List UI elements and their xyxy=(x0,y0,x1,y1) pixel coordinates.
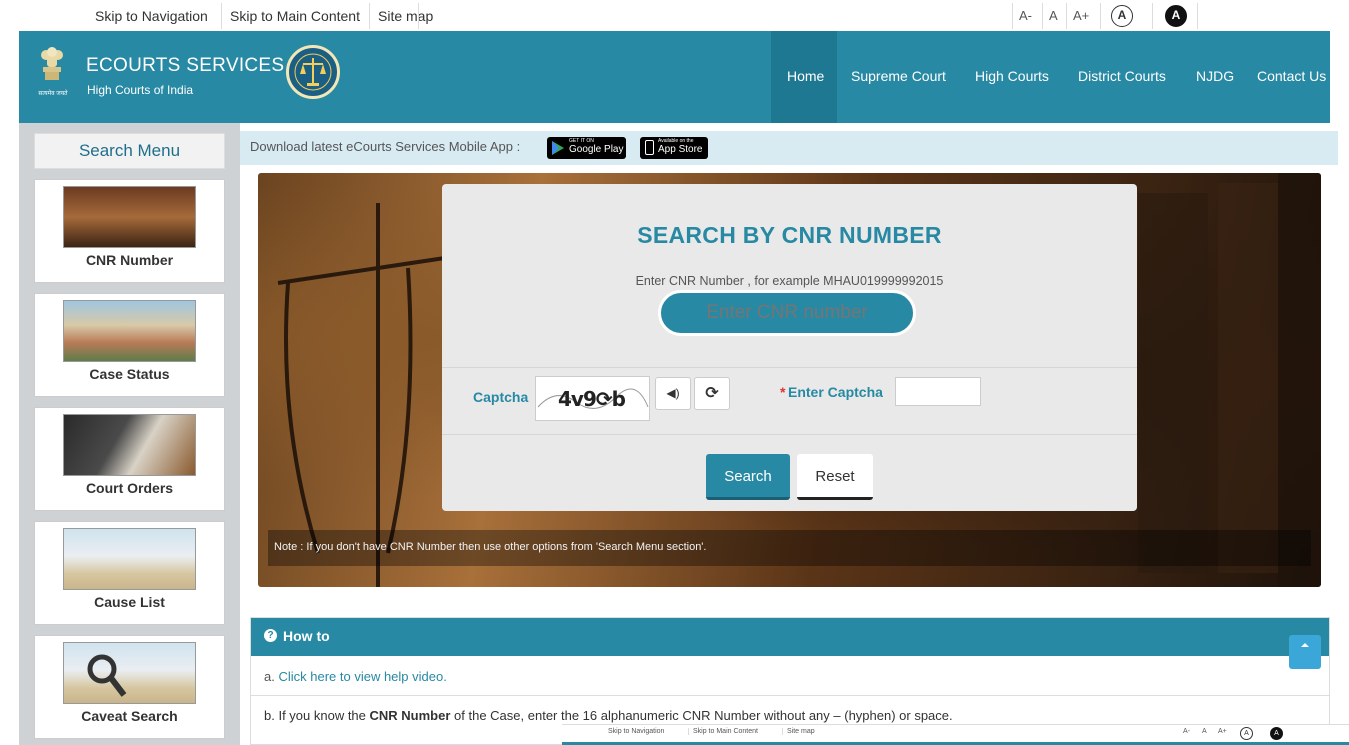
app-store-badge[interactable]: Available on the App Store xyxy=(640,137,708,159)
ecourts-seal-icon xyxy=(286,45,340,99)
preview-font-large[interactable]: A+ xyxy=(1218,728,1227,735)
speaker-icon: ◀) xyxy=(666,386,680,400)
cnr-number-input[interactable] xyxy=(658,290,916,336)
nav-district-courts[interactable]: District Courts xyxy=(1078,68,1166,84)
site-subtitle: High Courts of India xyxy=(87,83,194,97)
note-strip: Note : If you don't have CNR Number then… xyxy=(268,530,1311,566)
app-download-text: Download latest eCourts Services Mobile … xyxy=(250,139,521,154)
nav-high-courts[interactable]: High Courts xyxy=(975,68,1049,84)
reset-button[interactable]: Reset xyxy=(797,454,873,500)
menu-item-case-status[interactable]: Case Status xyxy=(34,293,225,397)
captcha-refresh-button[interactable]: ⟳ xyxy=(694,377,730,410)
topbar-divider xyxy=(418,3,419,29)
google-play-text: Google Play xyxy=(569,144,624,155)
menu-item-label: Case Status xyxy=(89,366,170,382)
preview-contrast-dark[interactable]: A xyxy=(1270,727,1283,740)
font-normal-button[interactable]: A xyxy=(1042,3,1064,29)
app-download-bar: Download latest eCourts Services Mobile … xyxy=(240,131,1338,165)
app-store-text: App Store xyxy=(658,144,703,155)
nav-njdg[interactable]: NJDG xyxy=(1196,68,1234,84)
nav-home[interactable]: Home xyxy=(787,68,824,84)
captcha-audio-button[interactable]: ◀) xyxy=(655,377,691,410)
how-to-line-a: a. Click here to view help video. xyxy=(264,669,447,684)
cnr-search-panel: SEARCH BY CNR NUMBER Enter CNR Number , … xyxy=(442,184,1137,511)
menu-item-label: Caveat Search xyxy=(81,708,178,724)
preview-font-small[interactable]: A- xyxy=(1183,728,1190,735)
captcha-input[interactable] xyxy=(895,377,981,406)
enter-captcha-label: Enter Captcha xyxy=(788,384,883,400)
court-orders-image xyxy=(63,414,196,476)
menu-item-cnr-number[interactable]: CNR Number xyxy=(34,179,225,283)
note-text: Note : If you don't have CNR Number then… xyxy=(274,541,707,553)
menu-item-label: Cause List xyxy=(94,594,165,610)
how-to-line-b: b. If you know the CNR Number of the Cas… xyxy=(264,708,953,723)
contrast-normal-button[interactable]: A xyxy=(1111,5,1133,27)
top-utility-bar: Skip to Navigation Skip to Main Content … xyxy=(0,0,1349,31)
contrast-dark-wrap: A xyxy=(1152,3,1198,29)
search-menu-title: Search Menu xyxy=(34,133,225,169)
search-button[interactable]: Search xyxy=(706,454,790,500)
cnr-number-image xyxy=(63,186,196,248)
site-title: ECOURTS SERVICES xyxy=(86,55,285,76)
google-play-icon xyxy=(552,141,564,155)
line-b-pre: b. If you know the xyxy=(264,708,370,723)
search-menu-sidebar: Search Menu CNR Number Case Status Court… xyxy=(19,123,240,745)
magnifier-icon xyxy=(87,654,127,697)
menu-item-cause-list[interactable]: Cause List xyxy=(34,521,225,625)
refresh-icon: ⟳ xyxy=(705,385,719,402)
national-emblem-icon xyxy=(37,45,67,93)
captcha-value: 4v9⟳b xyxy=(558,387,626,411)
search-hint: Enter CNR Number , for example MHAU01999… xyxy=(635,274,944,288)
embedded-page-preview: Skip to Navigation Skip to Main Content … xyxy=(562,724,1349,745)
captcha-image: 4v9⟳b xyxy=(535,376,650,421)
cause-list-image xyxy=(63,528,196,590)
font-decrease-button[interactable]: A- xyxy=(1012,3,1038,29)
search-heading: SEARCH BY CNR NUMBER xyxy=(637,222,942,248)
nav-contact-us[interactable]: Contact Us xyxy=(1257,68,1326,84)
skip-to-navigation-link[interactable]: Skip to Navigation xyxy=(87,3,216,29)
required-star: * xyxy=(780,384,786,400)
contrast-dark-button[interactable]: A xyxy=(1165,5,1187,27)
menu-item-caveat-search[interactable]: Caveat Search xyxy=(34,635,225,739)
menu-item-label: CNR Number xyxy=(85,252,174,268)
site-header: सत्यमेव जयते ECOURTS SERVICES High Court… xyxy=(19,31,1330,123)
how-to-header: ? How to xyxy=(251,618,1329,669)
captcha-label: Captcha xyxy=(473,389,529,405)
panel-divider xyxy=(442,367,1137,368)
how-to-title: How to xyxy=(283,628,330,644)
phone-icon xyxy=(645,140,654,155)
menu-item-court-orders[interactable]: Court Orders xyxy=(34,407,225,511)
emblem-caption: सत्यमेव जयते xyxy=(38,91,68,97)
how-to-divider xyxy=(251,695,1329,696)
line-b-post: of the Case, enter the 16 alphanumeric C… xyxy=(450,708,953,723)
question-icon: ? xyxy=(264,629,277,642)
case-status-image xyxy=(63,300,196,362)
panel-divider xyxy=(442,434,1137,435)
help-video-link[interactable]: Click here to view help video. xyxy=(278,669,446,684)
preview-skip-main[interactable]: Skip to Main Content xyxy=(688,728,758,735)
font-increase-button[interactable]: A+ xyxy=(1066,3,1095,29)
google-play-badge[interactable]: GET IT ON Google Play xyxy=(547,137,626,159)
nav-supreme-court[interactable]: Supreme Court xyxy=(851,68,946,84)
scroll-to-top-button[interactable] xyxy=(1289,635,1321,669)
skip-to-main-content-link[interactable]: Skip to Main Content xyxy=(221,3,368,29)
line-b-bold: CNR Number xyxy=(369,708,451,723)
line-a-prefix: a. xyxy=(264,669,279,684)
preview-skip-nav[interactable]: Skip to Navigation xyxy=(608,728,664,735)
preview-contrast-normal[interactable]: A xyxy=(1240,727,1253,740)
contrast-normal-wrap: A xyxy=(1100,3,1144,29)
site-map-link[interactable]: Site map xyxy=(369,3,441,29)
preview-font-normal[interactable]: A xyxy=(1202,728,1207,735)
preview-site-map[interactable]: Site map xyxy=(782,728,815,735)
chevron-up-icon xyxy=(1301,643,1309,647)
caveat-search-image xyxy=(63,642,196,704)
menu-item-label: Court Orders xyxy=(85,480,174,496)
